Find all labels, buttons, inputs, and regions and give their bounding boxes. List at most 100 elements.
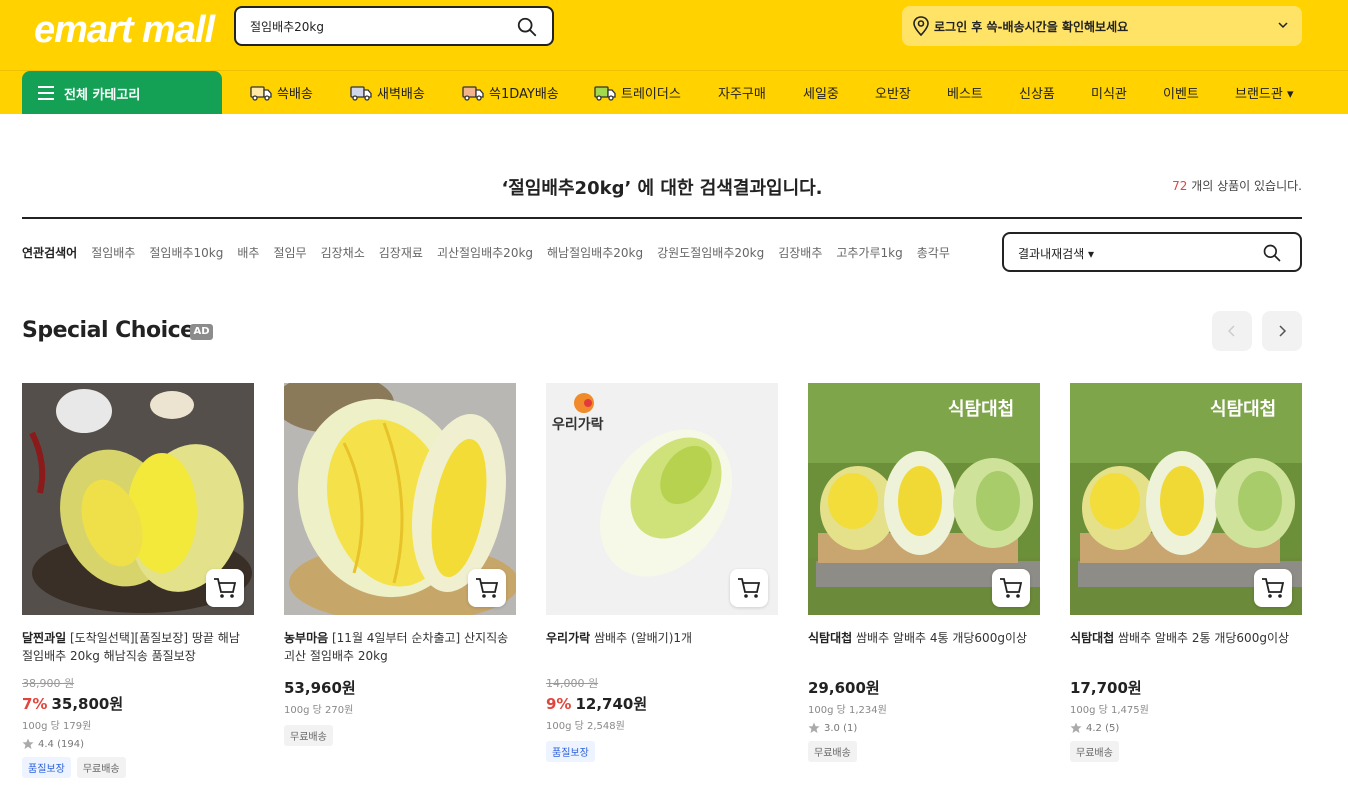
- free-shipping-tag: 무료배송: [1070, 741, 1119, 762]
- nav-sale[interactable]: 세일중: [803, 71, 839, 114]
- product-title: 쌈배추 알배추 4통 개당600g이상: [852, 631, 1028, 645]
- nav-label: 세일중: [803, 87, 839, 102]
- nav-best[interactable]: 베스트: [947, 71, 983, 114]
- delivery-text: 로그인 후 쓱-배송시간을 확인해보세요: [934, 20, 1129, 34]
- star-icon: [22, 738, 34, 749]
- nav-brand[interactable]: 브랜드관 ▾: [1235, 71, 1294, 114]
- nav-label: 쓱배송: [277, 87, 313, 102]
- product-image[interactable]: 우리가락: [546, 383, 778, 615]
- related-keyword[interactable]: 괴산절임배추20kg: [437, 244, 533, 261]
- product-image[interactable]: [284, 383, 516, 615]
- product-name[interactable]: 식탐대첩 쌈배추 알배추 2통 개당600g이상: [1070, 629, 1302, 665]
- product-title: 쌈배추 (알배기)1개: [590, 631, 693, 645]
- truck-icon: [594, 85, 616, 101]
- product-card[interactable]: 우리가락 우리가락 쌈배추 (알배기)1개 14,000 원 9% 12,740원…: [546, 383, 778, 762]
- related-keyword[interactable]: 김장채소: [321, 244, 365, 261]
- all-category-label: 전체 카테고리: [64, 88, 141, 103]
- related-keyword[interactable]: 절임무: [273, 244, 306, 261]
- nav-frequent[interactable]: 자주구매: [718, 71, 766, 114]
- inner-search-select[interactable]: 결과내재검색 ▾: [1018, 245, 1094, 262]
- add-to-cart-button[interactable]: [206, 569, 244, 607]
- nav-new[interactable]: 신상품: [1019, 71, 1055, 114]
- nav-dawn-delivery[interactable]: 새벽배송: [350, 71, 425, 114]
- product-name[interactable]: 농부마음 [11월 4일부터 순차출고] 산지직송 괴산 절임배추 20kg: [284, 629, 516, 665]
- related-keyword[interactable]: 절임배추: [91, 244, 135, 261]
- related-keyword[interactable]: 김장재료: [379, 244, 423, 261]
- sale-price: 12,740원: [575, 695, 648, 713]
- sale-price: 17,700원: [1070, 679, 1142, 697]
- discount-rate: 9%: [546, 695, 572, 713]
- carousel-prev-button[interactable]: [1212, 311, 1252, 351]
- product-name[interactable]: 우리가락 쌈배추 (알배기)1개: [546, 629, 778, 665]
- nav-traders[interactable]: 트레이더스: [594, 71, 681, 114]
- product-brand: 농부마음: [284, 631, 329, 645]
- related-keyword[interactable]: 절임배추10kg: [149, 244, 223, 261]
- nav-1day-delivery[interactable]: 쓱1DAY배송: [462, 71, 559, 114]
- product-brand: 식탐대첩: [1070, 631, 1115, 645]
- carousel-next-button[interactable]: [1262, 311, 1302, 351]
- related-keyword[interactable]: 김장배추: [778, 244, 822, 261]
- original-price: 38,900 원: [22, 677, 75, 690]
- product-brand: 우리가락: [546, 631, 591, 645]
- quality-tag: 품질보장: [22, 757, 71, 778]
- related-keywords-title: 연관검색어: [22, 246, 78, 260]
- star-icon: [808, 722, 820, 733]
- chevron-down-icon: [1278, 22, 1288, 29]
- nav-label: 트레이더스: [621, 87, 681, 102]
- product-name[interactable]: 달찐과일 [도착일선택][품질보장] 땅끝 해남 절임배추 20kg 해남직송 …: [22, 629, 254, 665]
- product-card[interactable]: 농부마음 [11월 4일부터 순차출고] 산지직송 괴산 절임배추 20kg 5…: [284, 383, 516, 746]
- nav-ssg-delivery[interactable]: 쓱배송: [250, 71, 313, 114]
- rating: 3.0 (1): [808, 721, 1040, 735]
- image-label: 식탐대첩: [1210, 399, 1276, 420]
- rating: 4.4 (194): [22, 737, 254, 751]
- product-name[interactable]: 식탐대첩 쌈배추 알배추 4통 개당600g이상: [808, 629, 1040, 665]
- add-to-cart-button[interactable]: [730, 569, 768, 607]
- sale-price: 53,960원: [284, 679, 356, 697]
- search-input[interactable]: [250, 16, 510, 36]
- related-keyword[interactable]: 총각무: [917, 244, 950, 261]
- nav-gourmet[interactable]: 미식관: [1091, 71, 1127, 114]
- chevron-right-icon: [1279, 325, 1287, 337]
- rating-value: 3.0 (1): [824, 722, 858, 734]
- delivery-time-dropdown[interactable]: 로그인 후 쓱-배송시간을 확인해보세요: [902, 6, 1302, 46]
- free-shipping-tag: 무료배송: [76, 757, 126, 778]
- truck-icon: [350, 85, 372, 101]
- all-category-button[interactable]: 전체 카테고리: [22, 71, 222, 114]
- product-card[interactable]: 달찐과일 [도착일선택][품질보장] 땅끝 해남 절임배추 20kg 해남직송 …: [22, 383, 254, 778]
- related-keyword[interactable]: 강원도절임배추20kg: [657, 244, 764, 261]
- free-shipping-tag: 무료배송: [284, 725, 333, 746]
- add-to-cart-button[interactable]: [1254, 569, 1292, 607]
- truck-icon: [462, 85, 484, 101]
- nav-event[interactable]: 이벤트: [1163, 71, 1199, 114]
- related-keywords: 연관검색어 절임배추 절임배추10kg 배추 절임무 김장채소 김장재료 괴산절…: [22, 244, 964, 261]
- product-brand: 달찐과일: [22, 631, 67, 645]
- image-label: 우리가락: [552, 417, 604, 433]
- search-icon[interactable]: [516, 16, 538, 38]
- inner-search-box[interactable]: 결과내재검색 ▾: [1002, 232, 1302, 272]
- product-card[interactable]: 식탐대첩 식탐대첩 쌈배추 알배추 4통 개당600g이상 29,600원 10…: [808, 383, 1040, 762]
- truck-icon: [250, 85, 272, 101]
- product-image[interactable]: [22, 383, 254, 615]
- unit-price: 100g 당 1,234원: [808, 705, 887, 716]
- product-card[interactable]: 식탐대첩 식탐대첩 쌈배추 알배추 2통 개당600g이상 17,700원 10…: [1070, 383, 1302, 762]
- search-result-title: ‘절임배추20kg’ 에 대한 검색결과입니다.: [501, 178, 823, 199]
- related-keyword[interactable]: 배추: [237, 244, 259, 261]
- add-to-cart-button[interactable]: [468, 569, 506, 607]
- product-image[interactable]: 식탐대첩: [808, 383, 1040, 615]
- search-icon[interactable]: [1262, 243, 1282, 263]
- unit-price: 100g 당 270원: [284, 705, 354, 716]
- price-row: 17,700원: [1070, 677, 1302, 697]
- related-keyword[interactable]: 고추가루1kg: [836, 244, 902, 261]
- nav-obanjang[interactable]: 오반장: [875, 71, 911, 114]
- search-box[interactable]: [234, 6, 554, 46]
- image-label: 식탐대첩: [948, 399, 1014, 420]
- add-to-cart-button[interactable]: [992, 569, 1030, 607]
- ad-badge: AD: [190, 324, 213, 340]
- discount-rate: 7%: [22, 695, 48, 713]
- related-keyword[interactable]: 해남절임배추20kg: [547, 244, 643, 261]
- product-image[interactable]: 식탐대첩: [1070, 383, 1302, 615]
- cart-icon: [738, 578, 761, 598]
- sale-price: 29,600원: [808, 679, 880, 697]
- free-shipping-tag: 무료배송: [808, 741, 857, 762]
- site-logo[interactable]: emart mall: [34, 8, 215, 52]
